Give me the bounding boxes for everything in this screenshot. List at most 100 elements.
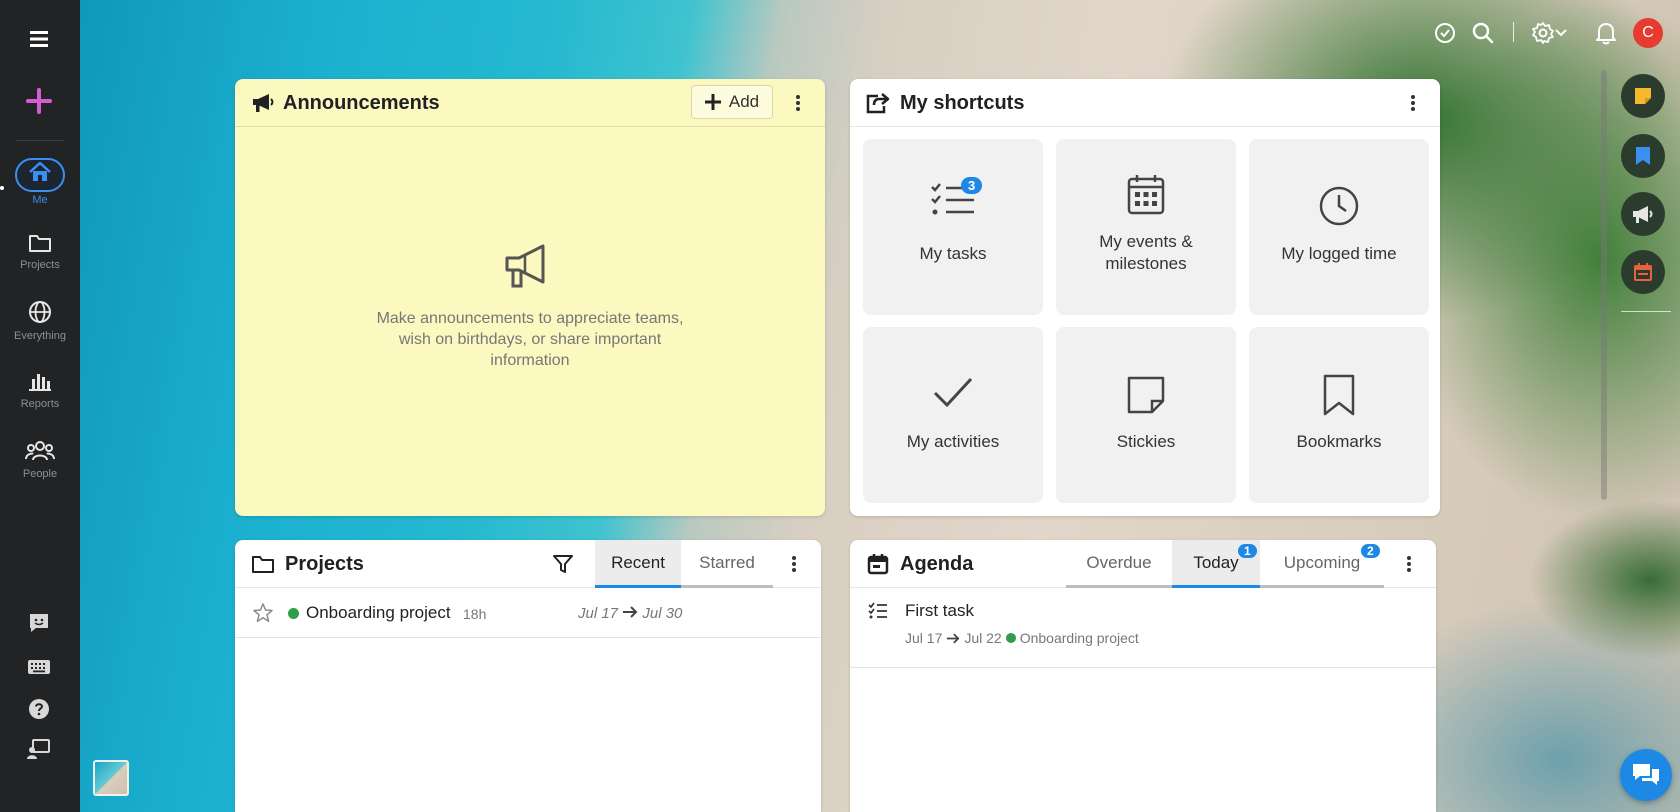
tab-overdue[interactable]: Overdue bbox=[1066, 540, 1172, 588]
right-rail bbox=[1611, 64, 1680, 812]
filter-icon[interactable] bbox=[551, 552, 575, 576]
rail-divider bbox=[1621, 311, 1671, 312]
nav-item-everything[interactable]: Everything bbox=[0, 300, 80, 342]
star-outline-icon[interactable] bbox=[252, 602, 274, 624]
shortcut-my-activities[interactable]: My activities bbox=[863, 327, 1043, 503]
folder-icon bbox=[29, 235, 51, 252]
bookmark-icon bbox=[1636, 147, 1650, 165]
project-age: 18h bbox=[463, 606, 487, 622]
checkmark-icon bbox=[933, 377, 973, 408]
chat-bubbles-icon bbox=[1633, 764, 1659, 785]
more-options-icon[interactable] bbox=[785, 552, 803, 576]
search-icon[interactable] bbox=[1470, 20, 1496, 46]
add-label: Add bbox=[728, 92, 760, 111]
create-new-plus-icon[interactable] bbox=[23, 85, 55, 117]
task-meta: Jul 17 Jul 22 Onboarding project bbox=[905, 630, 1139, 646]
project-status-dot bbox=[1005, 633, 1016, 643]
left-navigation: Me Projects Everything Reports People bbox=[0, 0, 80, 812]
shortcut-label: Bookmarks bbox=[1296, 432, 1382, 451]
count-badge: 2 bbox=[1361, 544, 1380, 558]
project-end-date: Jul 30 bbox=[642, 605, 683, 622]
gear-icon bbox=[1532, 22, 1554, 44]
hamburger-menu-icon[interactable] bbox=[26, 27, 52, 51]
tab-starred[interactable]: Starred bbox=[681, 540, 773, 588]
shortcut-stickies[interactable]: Stickies bbox=[1056, 327, 1236, 503]
shortcuts-card: My shortcuts 3 My tasks My events & mile… bbox=[850, 79, 1440, 516]
help-icon[interactable] bbox=[26, 696, 52, 722]
announcements-header: Announcements Add bbox=[235, 79, 825, 127]
feedback-icon[interactable] bbox=[26, 610, 52, 636]
task-end-date: Jul 22 bbox=[964, 630, 1002, 646]
keyboard-icon[interactable] bbox=[26, 654, 52, 680]
nav-divider bbox=[16, 140, 64, 141]
folder-icon bbox=[252, 556, 274, 573]
nav-item-me[interactable]: Me bbox=[0, 158, 80, 206]
shortcuts-header: My shortcuts bbox=[850, 79, 1440, 127]
project-start-date: Jul 17 bbox=[578, 605, 619, 622]
timer-check-icon[interactable] bbox=[1432, 20, 1458, 46]
task-title[interactable]: First task bbox=[905, 601, 974, 621]
shortcut-label: My events & milestones bbox=[1099, 232, 1193, 273]
shortcut-label: My tasks bbox=[919, 244, 987, 263]
table-row[interactable]: Onboarding project 18h Jul 17 Jul 30 bbox=[235, 588, 821, 638]
calendar-icon bbox=[1634, 263, 1652, 281]
arrow-right-icon bbox=[947, 633, 960, 643]
people-icon bbox=[25, 441, 55, 461]
more-options-icon[interactable] bbox=[1404, 91, 1422, 115]
tab-recent[interactable]: Recent bbox=[595, 540, 681, 588]
card-title: Agenda bbox=[900, 553, 974, 575]
calendar-rail-button[interactable] bbox=[1621, 250, 1665, 294]
calendar-icon bbox=[1127, 175, 1165, 215]
more-options-icon[interactable] bbox=[789, 91, 807, 115]
topbar-divider bbox=[1513, 22, 1514, 42]
empty-state-message: Make announcements to appreciate teams, … bbox=[376, 310, 684, 369]
chat-button[interactable] bbox=[1620, 749, 1672, 801]
share-icon bbox=[866, 93, 890, 114]
nav-item-label: Me bbox=[32, 194, 48, 206]
bar-chart-icon bbox=[29, 374, 51, 391]
sticky-note-icon bbox=[1635, 88, 1651, 104]
shortcut-label: Stickies bbox=[1116, 432, 1176, 451]
project-name[interactable]: Onboarding project bbox=[306, 603, 451, 623]
count-badge: 1 bbox=[1238, 544, 1257, 558]
clock-icon bbox=[1319, 186, 1359, 226]
stickies-rail-button[interactable] bbox=[1621, 74, 1665, 118]
task-start-date: Jul 17 bbox=[905, 630, 943, 646]
add-announcement-button[interactable]: Add bbox=[691, 85, 773, 119]
presentation-icon[interactable] bbox=[26, 736, 52, 762]
nav-item-label: People bbox=[22, 468, 58, 480]
background-thumbnail[interactable] bbox=[93, 760, 129, 796]
nav-item-people[interactable]: People bbox=[0, 440, 80, 480]
bookmark-icon bbox=[1323, 374, 1355, 416]
card-title: Projects bbox=[285, 553, 364, 575]
bookmarks-rail-button[interactable] bbox=[1621, 134, 1665, 178]
project-status-dot bbox=[288, 608, 299, 619]
megaphone-icon bbox=[253, 94, 274, 112]
nav-item-label: Everything bbox=[14, 330, 66, 342]
settings-dropdown[interactable] bbox=[1527, 20, 1571, 46]
bell-icon[interactable] bbox=[1593, 20, 1619, 46]
shortcut-my-tasks[interactable]: 3 My tasks bbox=[863, 139, 1043, 315]
announcements-card: Announcements Add Make announcements to … bbox=[235, 79, 825, 516]
calendar-icon bbox=[867, 554, 889, 575]
shortcut-bookmarks[interactable]: Bookmarks bbox=[1249, 327, 1429, 503]
projects-card: Projects Recent Starred Onboarding proje… bbox=[235, 540, 821, 812]
list-item[interactable]: First task Jul 17 Jul 22 Onboarding proj… bbox=[850, 588, 1436, 668]
plus-icon bbox=[704, 94, 721, 110]
announcements-rail-button[interactable] bbox=[1621, 192, 1665, 236]
shortcut-label: My logged time bbox=[1281, 244, 1397, 263]
rail-scrollbar[interactable] bbox=[1601, 70, 1607, 500]
count-badge: 3 bbox=[961, 177, 983, 194]
megaphone-icon bbox=[1633, 206, 1653, 223]
projects-header: Projects Recent Starred bbox=[235, 540, 821, 588]
more-options-icon[interactable] bbox=[1400, 552, 1418, 576]
avatar[interactable]: C bbox=[1633, 18, 1663, 48]
nav-item-reports[interactable]: Reports bbox=[0, 370, 80, 410]
megaphone-outline-icon bbox=[505, 244, 545, 288]
nav-item-label: Reports bbox=[20, 398, 60, 410]
card-title: Announcements bbox=[283, 92, 440, 114]
nav-item-projects[interactable]: Projects bbox=[0, 233, 80, 271]
task-project-name[interactable]: Onboarding project bbox=[1020, 630, 1139, 646]
shortcut-logged-time[interactable]: My logged time bbox=[1249, 139, 1429, 315]
shortcut-events-milestones[interactable]: My events & milestones bbox=[1056, 139, 1236, 315]
